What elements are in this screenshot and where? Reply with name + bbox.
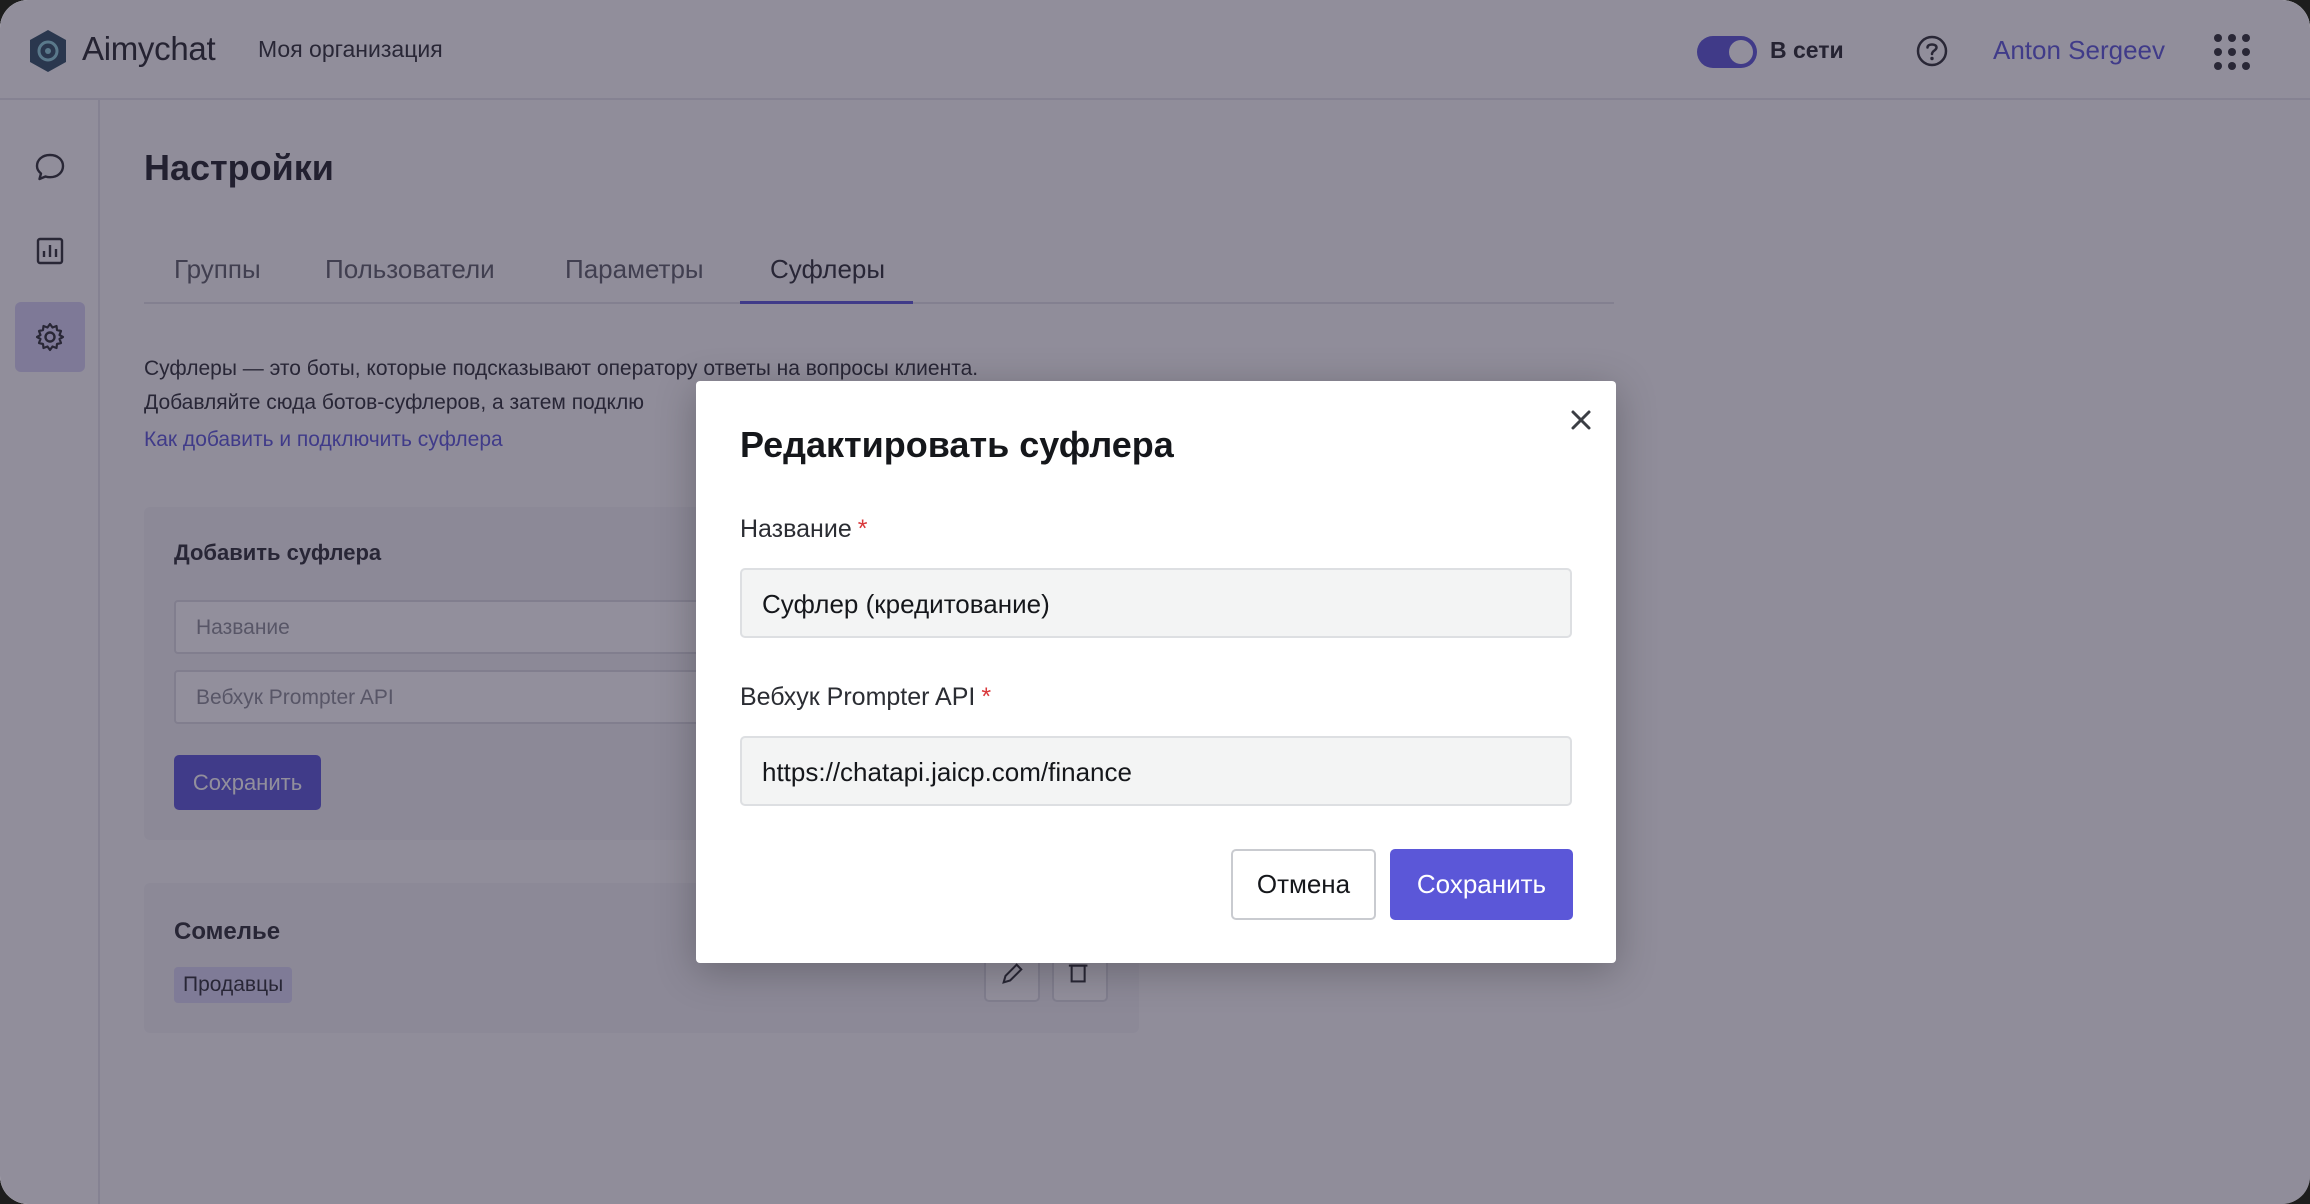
dialog-title: Редактировать суфлера xyxy=(740,424,1174,465)
cancel-button[interactable]: Отмена xyxy=(1231,849,1376,920)
app-window: Aimychat Моя организация В сети Anton Se… xyxy=(0,0,2310,1204)
name-field-label: Название * xyxy=(740,515,867,544)
name-field[interactable]: Суфлер (кредитование) xyxy=(740,568,1572,638)
required-mark: * xyxy=(981,683,992,711)
name-label-text: Название xyxy=(740,515,852,543)
webhook-label-text: Вебхук Prompter API xyxy=(740,683,976,711)
close-icon[interactable] xyxy=(1564,403,1598,437)
save-button[interactable]: Сохранить xyxy=(1390,849,1573,920)
webhook-field[interactable]: https://chatapi.jaicp.com/finance xyxy=(740,736,1572,806)
webhook-field-label: Вебхук Prompter API * xyxy=(740,683,991,712)
required-mark: * xyxy=(857,515,868,543)
edit-prompter-dialog: Редактировать суфлера Название * Суфлер (… xyxy=(696,381,1616,963)
